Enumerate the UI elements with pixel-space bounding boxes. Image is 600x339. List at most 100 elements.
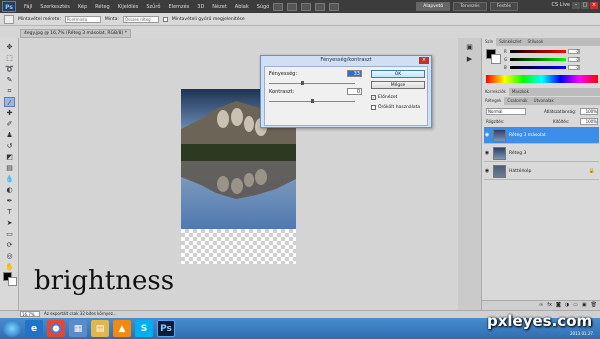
link-layers-icon[interactable]: ∞	[539, 301, 543, 310]
tab-masks[interactable]: Maszkok	[509, 88, 532, 96]
actions-panel-icon[interactable]: ▶	[464, 54, 475, 64]
tab-paths[interactable]: Útvonalak	[531, 97, 557, 105]
screen-mode-icon[interactable]	[329, 2, 340, 11]
brush-tool-icon[interactable]: ✐	[4, 119, 15, 129]
blue-value[interactable]: 0	[568, 65, 580, 70]
red-slider[interactable]	[510, 50, 566, 53]
move-tool-icon[interactable]: ✥	[4, 42, 15, 52]
sample-select[interactable]: Összes réteg	[122, 15, 159, 23]
minimize-button[interactable]: –	[572, 2, 580, 9]
3d-rotate-tool-icon[interactable]: ⟳	[4, 240, 15, 250]
menu-item[interactable]: Kép	[78, 4, 87, 10]
folder-icon[interactable]: ▤	[91, 320, 109, 337]
background-color-swatch[interactable]	[8, 277, 17, 286]
history-panel-icon[interactable]: ▣	[464, 42, 475, 52]
fx-icon[interactable]: fx	[547, 301, 552, 310]
new-group-icon[interactable]: ▭	[573, 301, 578, 310]
menu-item[interactable]: 3D	[197, 4, 204, 10]
blur-tool-icon[interactable]: 💧	[4, 174, 15, 184]
lasso-tool-icon[interactable]: ➰	[4, 64, 15, 74]
maximize-button[interactable]: □	[581, 2, 589, 9]
gradient-tool-icon[interactable]: ▤	[4, 163, 15, 173]
menu-item[interactable]: Réteg	[95, 4, 110, 10]
legacy-checkbox[interactable]	[371, 105, 376, 110]
layer-name[interactable]: Réteg 3	[509, 151, 526, 156]
color-panel-bg-swatch[interactable]	[491, 54, 501, 64]
brightness-slider[interactable]	[269, 81, 355, 85]
layer-row[interactable]: ◉ Réteg 3	[484, 145, 599, 162]
minibridge-icon[interactable]	[287, 2, 298, 11]
shape-tool-icon[interactable]: ▭	[4, 229, 15, 239]
red-value[interactable]: 0	[568, 49, 580, 54]
explorer-icon[interactable]: ▦	[69, 320, 87, 337]
tab-styles[interactable]: Stílusok	[525, 38, 547, 46]
visibility-eye-icon[interactable]: ◉	[484, 150, 490, 156]
blend-mode-select[interactable]: Normál	[486, 108, 526, 115]
layer-row[interactable]: ◉ Réteg 3 másolat	[484, 127, 599, 144]
brightness-slider-thumb[interactable]	[301, 81, 305, 85]
visibility-eye-icon[interactable]: ◉	[484, 168, 490, 174]
menu-item[interactable]: Kijelölés	[118, 4, 139, 10]
type-tool-icon[interactable]: T	[4, 207, 15, 217]
green-value[interactable]: 0	[568, 57, 580, 62]
green-slider[interactable]	[510, 58, 566, 61]
menu-item[interactable]: Fájl	[24, 4, 32, 10]
fill-field[interactable]: 100%	[580, 118, 598, 125]
ie-icon[interactable]: e	[25, 320, 43, 337]
eyedropper-tool-icon[interactable]: ⁄	[4, 97, 15, 107]
layer-name[interactable]: Háttérkép	[509, 169, 531, 174]
contrast-slider-thumb[interactable]	[310, 99, 314, 103]
pen-tool-icon[interactable]: ✒	[4, 196, 15, 206]
menu-item[interactable]: Súgó	[257, 4, 270, 10]
menu-item[interactable]: Szűrő	[146, 4, 160, 10]
new-layer-icon[interactable]: ▣	[582, 301, 587, 310]
preview-checkbox[interactable]: ✓	[371, 95, 376, 100]
chrome-icon[interactable]	[47, 320, 65, 337]
opacity-field[interactable]: 100%	[580, 108, 598, 115]
menu-item[interactable]: Elemzés	[168, 4, 189, 10]
workspace-design[interactable]: Tervezés	[453, 2, 487, 11]
zoom-level-icon[interactable]	[301, 2, 312, 11]
arrange-icon[interactable]	[315, 2, 326, 11]
show-ring-checkbox[interactable]	[162, 16, 168, 22]
brightness-field[interactable]: 33	[347, 70, 362, 77]
color-spectrum-ramp[interactable]	[486, 75, 598, 83]
history-brush-icon[interactable]: ↺	[4, 141, 15, 151]
tab-color[interactable]: Szín	[482, 38, 497, 46]
zoom-field[interactable]: 16,7%	[20, 311, 40, 317]
cs-live-button[interactable]: CS Live	[552, 2, 570, 8]
new-adjustment-icon[interactable]: ◑	[565, 301, 569, 310]
menu-item[interactable]: Nézet	[212, 4, 226, 10]
3d-camera-tool-icon[interactable]: ◎	[4, 251, 15, 261]
close-button[interactable]: ×	[590, 2, 598, 9]
layer-row[interactable]: ◉ Háttérkép 🔒	[484, 163, 599, 180]
cancel-button[interactable]: Mégse	[371, 81, 425, 89]
start-button[interactable]	[3, 320, 21, 337]
path-select-tool-icon[interactable]: ➤	[4, 218, 15, 228]
workspace-essentials[interactable]: Alapvető	[416, 2, 451, 11]
tab-adjustments[interactable]: Korrekciók	[482, 88, 509, 96]
delete-layer-icon[interactable]: 🗑	[591, 301, 597, 310]
crop-tool-icon[interactable]: ⌗	[4, 86, 15, 96]
legacy-checkbox-row[interactable]: Örökölt használata	[371, 105, 420, 110]
ok-button[interactable]: OK	[371, 70, 425, 78]
hand-tool-icon[interactable]: ✋	[4, 262, 15, 272]
sample-size-select[interactable]: Pontminta	[64, 15, 101, 23]
quick-select-tool-icon[interactable]: ✎	[4, 75, 15, 85]
photoshop-icon[interactable]: Ps	[157, 320, 175, 337]
eraser-tool-icon[interactable]: ◩	[4, 152, 15, 162]
add-mask-icon[interactable]: ◙	[556, 301, 561, 310]
workspace-painting[interactable]: Festés	[489, 2, 518, 11]
document-tab[interactable]: 4egy.jpg @ 16,7% (Réteg 3 másolat, RGB/8…	[20, 29, 131, 38]
visibility-eye-icon[interactable]: ◉	[484, 132, 490, 138]
menu-item[interactable]: Ablak	[235, 4, 249, 10]
tab-channels[interactable]: Csatornák	[504, 97, 530, 105]
skype-icon[interactable]: S	[135, 320, 153, 337]
stamp-tool-icon[interactable]: ♟	[4, 130, 15, 140]
healing-tool-icon[interactable]: ✚	[4, 108, 15, 118]
layer-name[interactable]: Réteg 3 másolat	[509, 133, 546, 138]
contrast-slider[interactable]	[269, 99, 355, 103]
dodge-tool-icon[interactable]: ◐	[4, 185, 15, 195]
vlc-icon[interactable]: ▲	[113, 320, 131, 337]
menu-item[interactable]: Szerkesztés	[40, 4, 70, 10]
